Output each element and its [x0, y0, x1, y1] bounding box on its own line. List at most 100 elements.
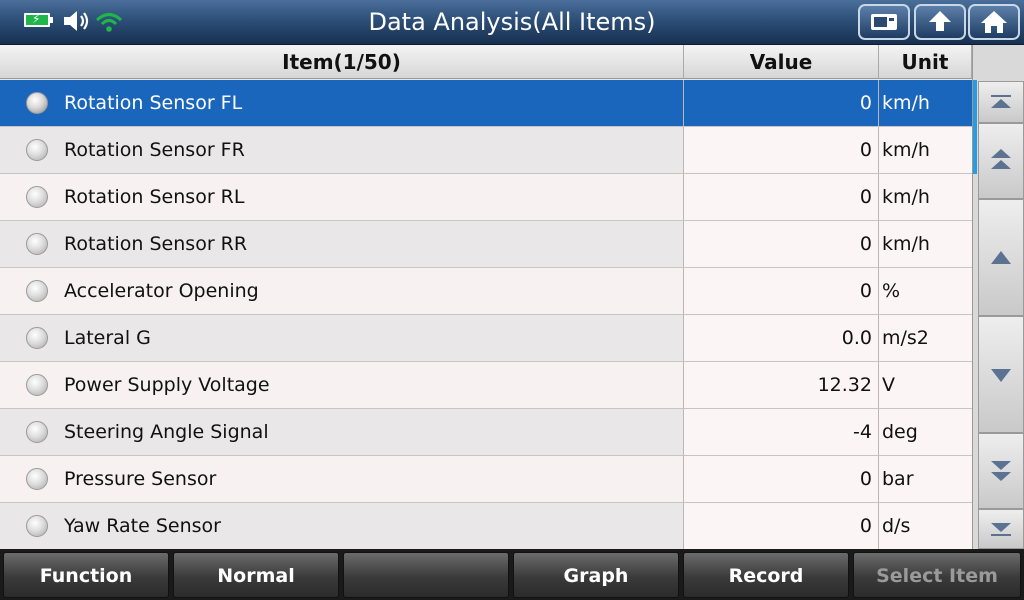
item-cell: Rotation Sensor RR	[0, 221, 684, 267]
unit-cell: V	[879, 362, 972, 408]
scroll-top-button[interactable]	[978, 81, 1024, 123]
radio-icon[interactable]	[26, 139, 48, 161]
scroll-bottom-button[interactable]	[978, 509, 1024, 549]
scroll-top-icon	[991, 95, 1011, 108]
radio-icon[interactable]	[26, 233, 48, 255]
radio-icon[interactable]	[26, 468, 48, 490]
value-cell: 0	[684, 268, 879, 314]
radio-icon[interactable]	[26, 515, 48, 537]
table-row[interactable]: Accelerator Opening 0 %	[0, 268, 972, 315]
item-cell: Rotation Sensor FR	[0, 127, 684, 173]
line-down-icon	[991, 368, 1011, 382]
unit-cell: d/s	[879, 503, 972, 549]
table-row[interactable]: Power Supply Voltage 12.32 V	[0, 362, 972, 409]
line-down-button[interactable]	[978, 316, 1024, 433]
back-button[interactable]	[914, 4, 966, 40]
item-unit: km/h	[882, 233, 930, 255]
item-name: Yaw Rate Sensor	[64, 515, 221, 537]
item-unit: km/h	[882, 92, 930, 114]
scroll-bottom-icon	[991, 523, 1011, 536]
value-cell: 0	[684, 503, 879, 549]
item-name: Power Supply Voltage	[64, 374, 270, 396]
table-row[interactable]: Lateral G 0.0 m/s2	[0, 315, 972, 362]
battery-charging-icon: ⚡	[24, 12, 53, 27]
speaker-icon	[64, 11, 89, 31]
unit-cell: bar	[879, 456, 972, 502]
item-unit: d/s	[882, 515, 911, 537]
item-unit: %	[882, 280, 901, 302]
value-cell: 0	[684, 80, 879, 126]
empty-button[interactable]	[343, 552, 509, 598]
title-bar: Data Analysis(All Items) ⚡	[0, 0, 1024, 45]
scroll-position-indicator[interactable]	[973, 80, 977, 174]
function-button[interactable]: Function	[3, 552, 169, 598]
item-value: 0	[859, 186, 872, 208]
column-header-item: Item(1/50)	[0, 45, 684, 79]
wifi-icon	[95, 13, 123, 32]
radio-icon[interactable]	[26, 186, 48, 208]
table-row[interactable]: Rotation Sensor FL 0 km/h	[0, 80, 972, 127]
table-row[interactable]: Steering Angle Signal -4 deg	[0, 409, 972, 456]
unit-cell: km/h	[879, 127, 972, 173]
item-unit: bar	[882, 468, 914, 490]
table-row[interactable]: Yaw Rate Sensor 0 d/s	[0, 503, 972, 550]
item-name: Rotation Sensor FR	[64, 139, 245, 161]
item-cell: Lateral G	[0, 315, 684, 361]
page-down-button[interactable]	[978, 433, 1024, 509]
normal-button[interactable]: Normal	[173, 552, 339, 598]
table-row[interactable]: Pressure Sensor 0 bar	[0, 456, 972, 503]
item-value: 0	[859, 468, 872, 490]
item-name: Rotation Sensor RL	[64, 186, 245, 208]
item-unit: m/s2	[882, 327, 929, 349]
item-name: Rotation Sensor FL	[64, 92, 243, 114]
graph-button[interactable]: Graph	[513, 552, 679, 598]
page-down-icon	[991, 461, 1011, 481]
item-value: -4	[853, 421, 872, 443]
value-cell: -4	[684, 409, 879, 455]
item-unit: km/h	[882, 186, 930, 208]
line-up-icon	[991, 250, 1011, 264]
radio-icon[interactable]	[26, 421, 48, 443]
item-value: 0	[859, 233, 872, 255]
radio-icon[interactable]	[26, 374, 48, 396]
unit-cell: %	[879, 268, 972, 314]
item-name: Lateral G	[64, 327, 151, 349]
item-name: Rotation Sensor RR	[64, 233, 248, 255]
print-screen-button[interactable]	[858, 4, 910, 40]
radio-icon[interactable]	[26, 280, 48, 302]
item-unit: V	[882, 374, 895, 396]
unit-cell: m/s2	[879, 315, 972, 361]
line-up-button[interactable]	[978, 199, 1024, 316]
item-cell: Yaw Rate Sensor	[0, 503, 684, 549]
item-cell: Pressure Sensor	[0, 456, 684, 502]
back-arrow-icon	[929, 11, 951, 31]
item-cell: Rotation Sensor RL	[0, 174, 684, 220]
item-value: 0	[859, 92, 872, 114]
table-row[interactable]: Rotation Sensor RL 0 km/h	[0, 174, 972, 221]
item-name: Pressure Sensor	[64, 468, 217, 490]
item-cell: Accelerator Opening	[0, 268, 684, 314]
table-row[interactable]: Rotation Sensor FR 0 km/h	[0, 127, 972, 174]
value-cell: 12.32	[684, 362, 879, 408]
item-name: Accelerator Opening	[64, 280, 259, 302]
unit-cell: km/h	[879, 221, 972, 267]
item-value: 0	[859, 515, 872, 537]
value-cell: 0	[684, 127, 879, 173]
table-row[interactable]: Rotation Sensor RR 0 km/h	[0, 221, 972, 268]
select-item-button[interactable]: Select Item	[853, 552, 1021, 598]
value-cell: 0	[684, 174, 879, 220]
print-screen-icon	[871, 14, 897, 30]
record-button[interactable]: Record	[683, 552, 849, 598]
item-value: 0.0	[841, 327, 872, 349]
unit-cell: deg	[879, 409, 972, 455]
item-unit: km/h	[882, 139, 930, 161]
home-button[interactable]	[968, 4, 1020, 40]
page-up-button[interactable]	[978, 123, 1024, 199]
radio-icon[interactable]	[26, 92, 48, 114]
page-up-icon	[991, 149, 1011, 169]
radio-icon[interactable]	[26, 327, 48, 349]
column-header-value: Value	[684, 45, 879, 79]
item-name: Steering Angle Signal	[64, 421, 269, 443]
item-cell: Rotation Sensor FL	[0, 80, 684, 126]
value-cell: 0	[684, 221, 879, 267]
